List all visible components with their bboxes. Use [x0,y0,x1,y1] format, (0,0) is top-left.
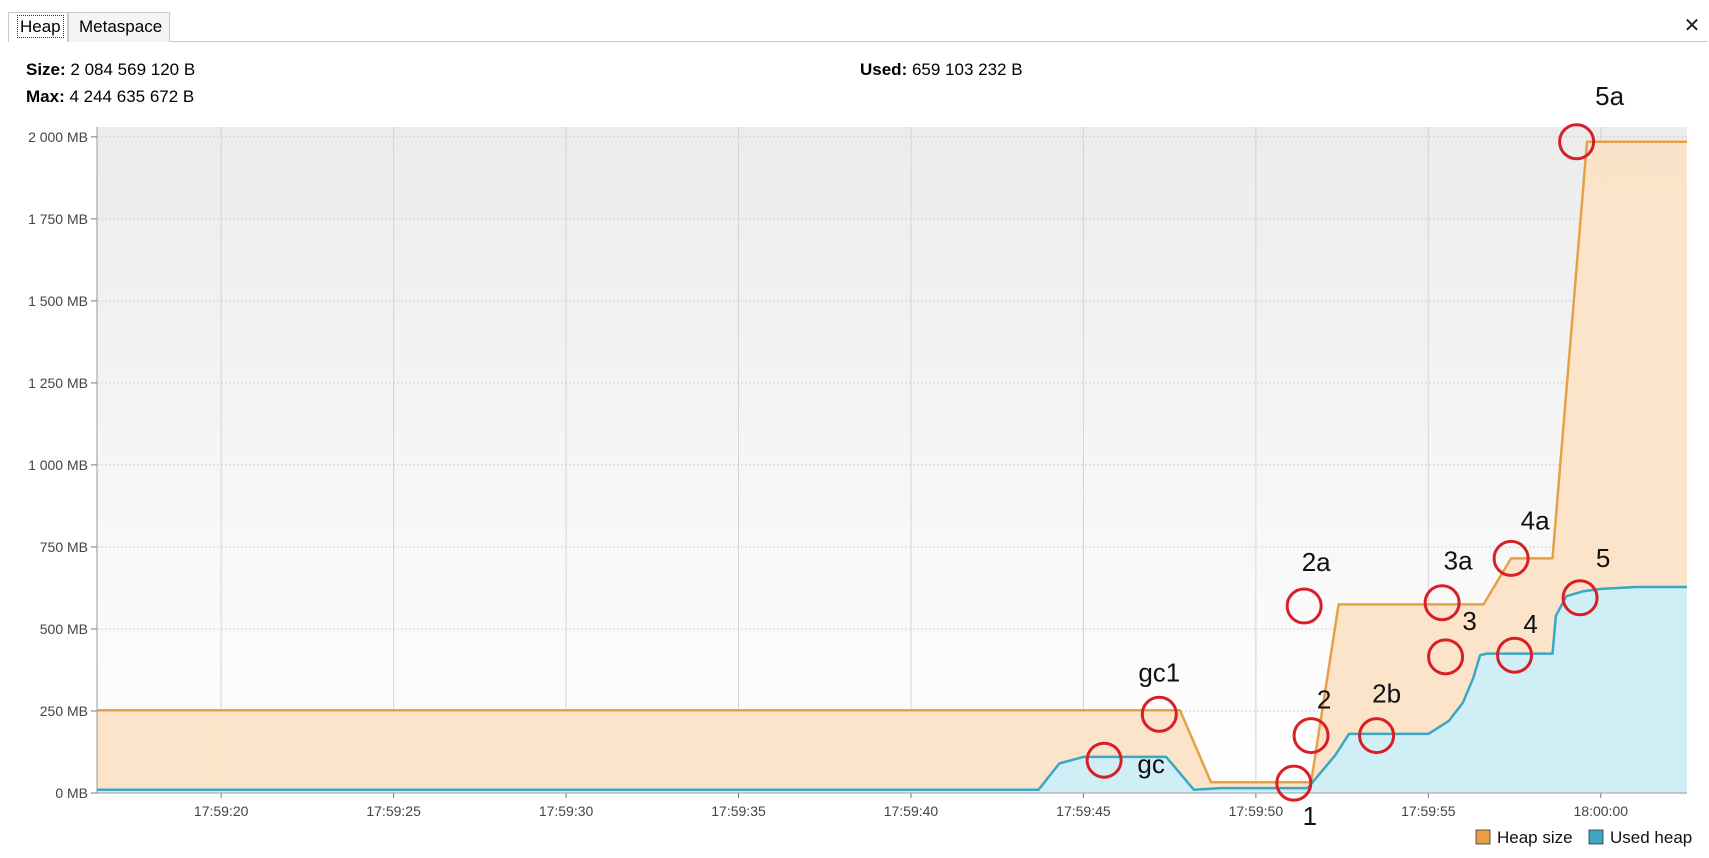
legend-label-heap-size: Heap size [1497,828,1573,847]
legend-swatch-heap-size [1475,829,1491,845]
annotation-label-3: 3 [1462,606,1476,636]
annotation-label-4a: 4a [1521,505,1550,535]
legend-swatch-used-heap [1588,829,1604,845]
annotation-label-3a: 3a [1444,546,1473,576]
annotation-label-1: 1 [1303,801,1317,831]
y-tick-label: 250 MB [40,703,88,719]
annotation-label-gc: gc [1137,749,1164,779]
x-tick-label: 18:00:00 [1574,803,1629,819]
y-tick-label: 2 000 MB [28,129,88,145]
y-tick-label: 0 MB [55,785,88,801]
annotation-label-gc1: gc1 [1138,657,1180,687]
x-tick-label: 17:59:40 [884,803,939,819]
y-tick-label: 750 MB [40,539,88,555]
legend-label-used-heap: Used heap [1610,828,1692,847]
x-tick-label: 17:59:55 [1401,803,1456,819]
y-tick-label: 1 000 MB [28,457,88,473]
annotation-label-5a: 5a [1595,81,1624,111]
annotation-label-2: 2 [1317,685,1331,715]
annotation-label-5: 5 [1596,543,1610,573]
x-tick-label: 17:59:35 [711,803,766,819]
heap-chart: 0 MB 250 MB 500 MB 750 MB 1 000 MB 1 250 MB 1 … [28,81,1692,847]
x-tick-label: 17:59:30 [539,803,594,819]
legend: Heap size Used heap [1475,828,1692,847]
annotation-label-2a: 2a [1302,547,1331,577]
x-tick-label: 17:59:20 [194,803,249,819]
y-tick-label: 1 750 MB [28,211,88,227]
annotation-label-2b: 2b [1372,679,1401,709]
x-tick-label: 17:59:50 [1229,803,1284,819]
y-tick-label: 1 250 MB [28,375,88,391]
annotation-label-4: 4 [1523,609,1537,639]
y-tick-label: 1 500 MB [28,293,88,309]
x-tick-label: 17:59:45 [1056,803,1111,819]
x-tick-label: 17:59:25 [366,803,421,819]
y-tick-label: 500 MB [40,621,88,637]
